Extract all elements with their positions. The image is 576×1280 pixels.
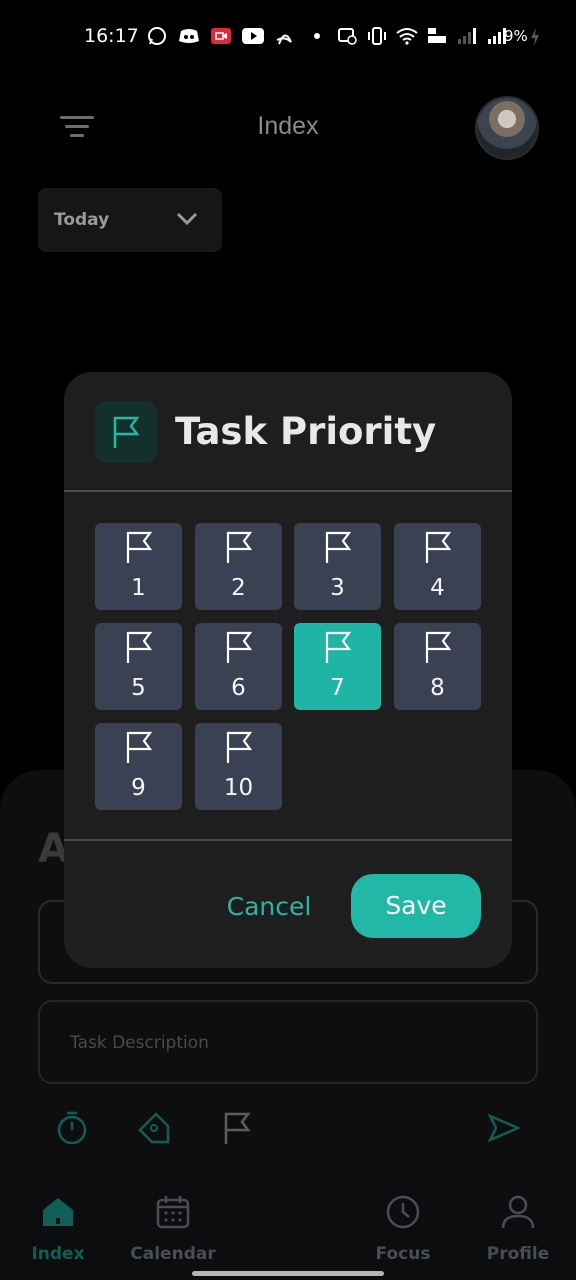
data-saver-icon <box>336 26 358 46</box>
status-bar: 16:17 9% <box>0 0 576 74</box>
flag-icon <box>325 631 352 663</box>
priority-number: 1 <box>131 575 146 601</box>
dialog-title: Task Priority <box>175 410 437 453</box>
battery-level: 9% <box>504 27 528 45</box>
whatsapp-icon <box>146 26 168 46</box>
dialog-icon-container <box>95 401 157 463</box>
nav-label-profile: Profile <box>486 1244 550 1264</box>
vibrate-icon <box>366 26 388 46</box>
screen-record-icon <box>210 26 232 46</box>
priority-number: 8 <box>430 675 445 701</box>
discord-icon <box>178 26 200 46</box>
nav-label-focus: Focus <box>375 1244 431 1264</box>
volte-icon <box>426 26 448 46</box>
tag-icon[interactable] <box>136 1110 172 1146</box>
notification-icons <box>146 26 328 46</box>
home-indicator[interactable] <box>192 1271 384 1276</box>
timer-icon[interactable] <box>54 1110 90 1146</box>
dialog-top-divider <box>64 490 512 492</box>
task-description-field[interactable]: Task Description <box>38 1000 538 1084</box>
flag-icon <box>425 631 452 663</box>
priority-option-7[interactable]: 7 <box>294 623 381 710</box>
calendar-icon <box>156 1196 190 1229</box>
pdf-icon <box>274 26 296 46</box>
send-icon[interactable] <box>486 1110 522 1146</box>
priority-option-6[interactable]: 6 <box>195 623 282 710</box>
priority-option-5[interactable]: 5 <box>95 623 182 710</box>
priority-number: 7 <box>330 675 345 701</box>
flag-icon <box>126 631 153 663</box>
date-filter-label: Today <box>54 210 110 230</box>
chevron-down-icon <box>176 212 198 226</box>
priority-number: 2 <box>231 575 246 601</box>
wifi-icon <box>396 26 418 46</box>
date-filter-dropdown[interactable]: Today <box>38 188 222 252</box>
dialog-bottom-divider <box>64 839 512 841</box>
flag-icon <box>226 631 253 663</box>
priority-number: 3 <box>330 575 345 601</box>
system-icons <box>336 26 508 46</box>
nav-label-index: Index <box>31 1244 85 1264</box>
priority-option-9[interactable]: 9 <box>95 723 182 810</box>
priority-option-2[interactable]: 2 <box>195 523 282 610</box>
more-notifications-dot-icon <box>306 26 328 46</box>
status-time: 16:17 <box>84 25 139 47</box>
priority-number: 4 <box>430 575 445 601</box>
flag-icon <box>126 731 153 763</box>
flag-icon <box>325 531 352 563</box>
flag-icon <box>226 531 253 563</box>
task-priority-dialog: Task Priority 1 2 3 4 5 6 7 8 9 10 Cance… <box>64 372 512 968</box>
priority-number: 10 <box>223 775 254 801</box>
priority-option-4[interactable]: 4 <box>394 523 481 610</box>
charging-icon <box>531 28 539 46</box>
priority-flag-icon[interactable] <box>220 1110 256 1146</box>
nav-item-profile[interactable]: Profile <box>463 1194 573 1264</box>
flag-icon <box>113 416 140 448</box>
save-button[interactable]: Save <box>351 874 481 938</box>
nav-label-calendar: Calendar <box>130 1244 216 1264</box>
youtube-icon <box>242 26 264 46</box>
priority-number: 6 <box>231 675 246 701</box>
flag-icon <box>226 731 253 763</box>
app-header: Index <box>0 74 576 178</box>
bottom-navigation: Index Calendar Focus Profile <box>0 1178 576 1280</box>
avatar[interactable] <box>475 96 539 160</box>
flag-icon <box>126 531 153 563</box>
priority-number: 9 <box>131 775 146 801</box>
home-icon <box>43 1198 73 1226</box>
cancel-button[interactable]: Cancel <box>214 876 324 938</box>
priority-option-3[interactable]: 3 <box>294 523 381 610</box>
clock-icon <box>386 1195 420 1229</box>
priority-number: 5 <box>131 675 146 701</box>
flag-icon <box>425 531 452 563</box>
task-description-placeholder: Task Description <box>70 1033 209 1053</box>
priority-option-8[interactable]: 8 <box>394 623 481 710</box>
signal-1-icon <box>456 26 478 46</box>
nav-item-focus[interactable]: Focus <box>348 1194 458 1264</box>
user-icon <box>501 1195 535 1229</box>
priority-option-10[interactable]: 10 <box>195 723 282 810</box>
nav-item-calendar[interactable]: Calendar <box>118 1194 228 1264</box>
priority-option-1[interactable]: 1 <box>95 523 182 610</box>
nav-item-index[interactable]: Index <box>3 1194 113 1264</box>
